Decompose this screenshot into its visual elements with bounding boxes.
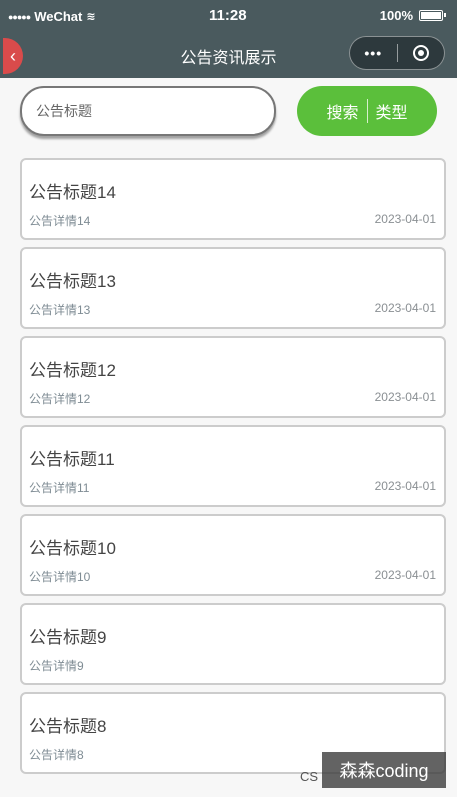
type-label: 类型 — [375, 105, 408, 122]
list-item[interactable]: 公告标题13 公告详情13 2023-04-01 — [20, 247, 446, 329]
item-date: 2023-04-01 — [374, 301, 436, 315]
status-bar: ●●●●● WeChat ≋ 11:28 100% — [0, 0, 457, 32]
item-detail: 公告详情13 — [29, 303, 91, 317]
item-detail: 公告详情12 — [29, 392, 91, 406]
item-title: 公告标题12 — [29, 361, 116, 380]
item-detail: 公告详情9 — [29, 659, 84, 673]
close-circle-icon — [412, 45, 429, 61]
list-item[interactable]: 公告标题10 公告详情10 2023-04-01 — [20, 514, 446, 596]
more-button[interactable]: ••• — [350, 37, 397, 69]
status-left: ●●●●● WeChat ≋ — [8, 9, 96, 24]
signal-icon: ●●●●● — [8, 11, 31, 22]
search-type-button[interactable]: 搜索 类型 — [297, 86, 437, 136]
list-item[interactable]: 公告标题12 公告详情12 2023-04-01 — [20, 336, 446, 418]
item-detail: 公告详情10 — [29, 570, 91, 584]
navigation-bar: ‹ 公告资讯展示 ••• — [0, 32, 457, 78]
status-right: 100% — [379, 8, 446, 23]
item-detail: 公告详情8 — [29, 748, 84, 762]
search-placeholder: 公告标题 — [36, 103, 92, 119]
status-time: 11:28 — [209, 7, 247, 24]
wifi-icon: ≋ — [86, 11, 96, 23]
search-label: 搜索 — [326, 105, 359, 122]
item-title: 公告标题9 — [29, 628, 107, 647]
item-date: 2023-04-01 — [374, 390, 436, 404]
mini-program-capsule: ••• — [349, 36, 445, 70]
list-item[interactable]: 公告标题9 公告详情9 — [20, 603, 446, 685]
item-detail: 公告详情11 — [29, 481, 90, 495]
close-button[interactable] — [397, 37, 444, 69]
search-divider — [366, 99, 368, 123]
item-detail: 公告详情14 — [29, 214, 91, 228]
list-item[interactable]: 公告标题11 公告详情11 2023-04-01 — [20, 425, 446, 507]
item-date: 2023-04-01 — [374, 568, 436, 582]
more-icon: ••• — [364, 45, 383, 61]
item-date: 2023-04-01 — [374, 212, 436, 226]
battery-icon — [419, 10, 446, 21]
item-title: 公告标题14 — [29, 183, 116, 202]
carrier-label: WeChat — [34, 9, 83, 24]
list-item[interactable]: 公告标题14 公告详情14 2023-04-01 — [20, 158, 446, 240]
item-title: 公告标题10 — [29, 539, 116, 558]
item-title: 公告标题13 — [29, 272, 116, 291]
search-input[interactable]: 公告标题 — [20, 86, 276, 136]
item-title: 公告标题8 — [29, 717, 107, 736]
watermark: 森森coding — [322, 752, 446, 788]
item-date: 2023-04-01 — [374, 479, 436, 493]
item-title: 公告标题11 — [29, 450, 115, 469]
battery-percent: 100% — [379, 8, 413, 23]
watermark-prefix: CS — [300, 769, 319, 784]
search-row: 公告标题 搜索 类型 — [0, 78, 457, 150]
wechat-mini-program-screen: ●●●●● WeChat ≋ 11:28 100% ‹ 公告资讯展示 ••• 公… — [0, 0, 457, 797]
